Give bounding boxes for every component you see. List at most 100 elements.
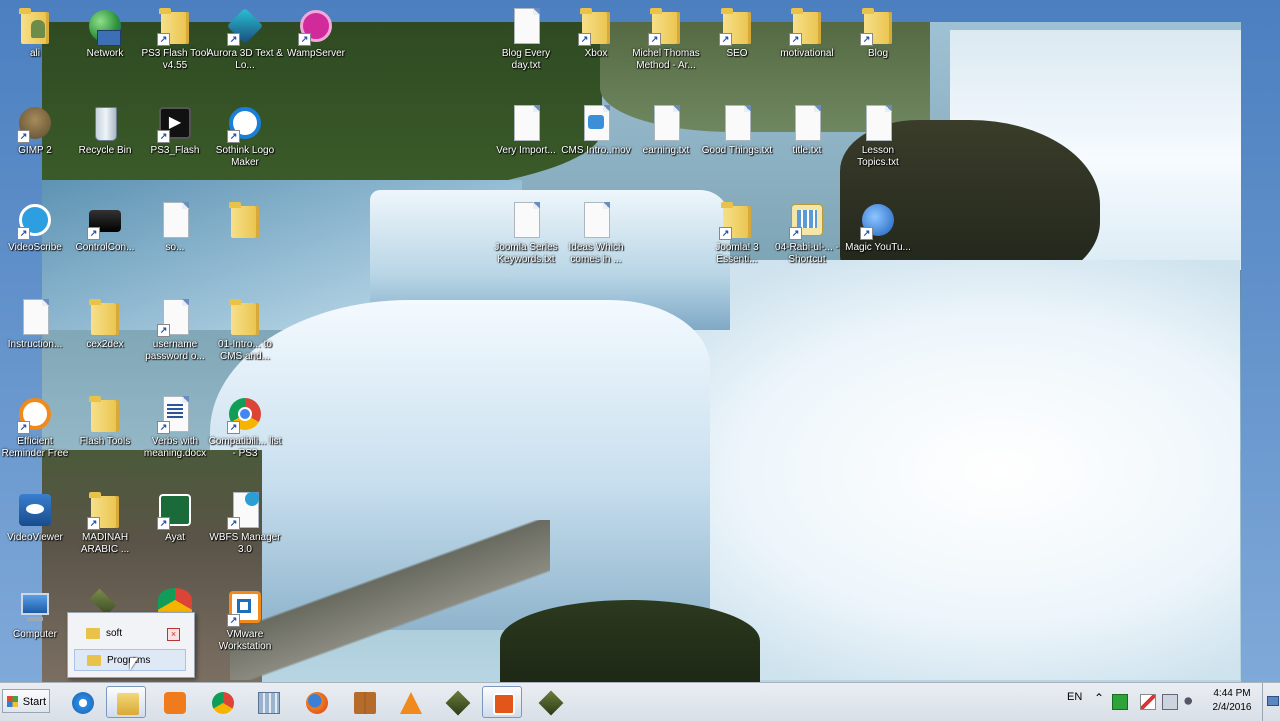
desktop-icon-magic-youtube[interactable]: ↗ Magic YouTu... — [840, 200, 916, 254]
desktop-icon-ali[interactable]: ali — [0, 6, 73, 60]
icon-label: earning.txt — [642, 145, 690, 156]
icon-label: Good Things.txt — [701, 145, 773, 156]
taskbar-app-record[interactable] — [530, 686, 570, 718]
icon-label: Aurora 3D Text & Lo... — [207, 48, 283, 71]
taskbar-app-diamond[interactable] — [437, 686, 477, 718]
record-app-icon — [538, 690, 564, 716]
taskbar-media-player[interactable] — [154, 686, 194, 718]
volume-icon[interactable] — [1184, 694, 1198, 708]
desktop-icon-compatibility-list[interactable]: ↗ Compatibili... list - PS3 — [207, 394, 283, 460]
network-icon — [87, 6, 123, 46]
desktop-icon-xbox[interactable]: ↗ Xbox — [558, 6, 634, 60]
book-icon — [354, 692, 376, 714]
desktop-icon-ps3-flash[interactable]: ▶ ↗ PS3_Flash — [137, 103, 213, 157]
desktop-icon-ps3-flash-tool[interactable]: ↗ PS3 Flash Tool v4.55 — [137, 6, 213, 72]
desktop-icon-intro-cms[interactable]: 01-Intro... to CMS and... — [207, 297, 283, 363]
action-center-flag-icon[interactable] — [1140, 694, 1156, 710]
text-file-icon — [789, 103, 825, 143]
desktop-icon-title[interactable]: title.txt — [769, 103, 845, 157]
taskbar-vlc[interactable] — [390, 686, 430, 718]
desktop-icon-blog-every-day[interactable]: Blog Every day.txt — [488, 6, 564, 72]
media-player-icon — [164, 692, 186, 714]
desktop-icon-joomla-3[interactable]: ↗ Joomla! 3 Essenti... — [699, 200, 775, 266]
network-tray-icon[interactable] — [1162, 694, 1178, 710]
folder-icon — [227, 297, 263, 337]
text-file-icon — [508, 6, 544, 46]
clock-date: 2/4/2016 — [1212, 702, 1252, 713]
close-icon[interactable]: × — [167, 628, 180, 641]
desktop-icon-sothink-logo-maker[interactable]: ↗ Sothink Logo Maker — [207, 103, 283, 169]
folder-icon: ↗ — [789, 6, 825, 46]
desktop-icon-flash-tools[interactable]: Flash Tools — [67, 394, 143, 448]
icon-label: CMS Intro..mov — [561, 145, 631, 156]
icon-label: Verbs with meaning.docx — [143, 436, 207, 459]
diamond-app-icon — [445, 690, 471, 716]
taskbar-explorer[interactable] — [106, 686, 146, 718]
desktop-icon-controlcon[interactable]: ↗ ControlCon... — [67, 200, 143, 254]
desktop-icon-computer[interactable]: Computer — [0, 587, 73, 641]
explorer-folder-icon — [117, 693, 139, 715]
vlc-cone-icon — [400, 692, 422, 714]
icon-label: MADINAH ARABIC ... — [80, 532, 130, 555]
desktop-icon-gimp-2[interactable]: ↗ GIMP 2 — [0, 103, 73, 157]
folder-icon — [87, 394, 123, 434]
desktop-icon-joomla-series-keywords[interactable]: Joomla Series Keywords.txt — [488, 200, 564, 266]
video-file-icon — [578, 103, 614, 143]
calculator-icon — [258, 692, 280, 714]
desktop-icon-efficient-reminder[interactable]: ↗ Efficient Reminder Free — [0, 394, 73, 460]
desktop-icon-recycle-bin[interactable]: Recycle Bin — [67, 103, 143, 157]
icon-label: WampServer — [287, 48, 345, 59]
text-file-icon — [508, 200, 544, 240]
taskbar-chrome[interactable] — [202, 686, 242, 718]
desktop-icon-folder[interactable] — [207, 200, 283, 242]
text-file-icon — [157, 200, 193, 240]
taskbar-firefox[interactable] — [296, 686, 336, 718]
text-file-icon — [648, 103, 684, 143]
taskbar-internet-explorer[interactable] — [62, 686, 102, 718]
popup-item-label: Programs — [107, 655, 151, 666]
desktop-icon-network[interactable]: Network — [67, 6, 143, 60]
desktop-icon-blog[interactable]: ↗ Blog — [840, 6, 916, 60]
desktop-icon-aurora-3d[interactable]: ↗ Aurora 3D Text & Lo... — [207, 6, 283, 72]
desktop-icon-videoviewer[interactable]: VideoViewer — [0, 490, 73, 544]
taskbar-calculator[interactable] — [248, 686, 288, 718]
shortcut-window-icon: ↗ — [789, 200, 825, 240]
windows-logo-icon — [7, 696, 18, 707]
desktop-icon-lesson-topics[interactable]: Lesson Topics.txt — [840, 103, 916, 169]
desktop-icon-videoscribe[interactable]: ↗ VideoScribe — [0, 200, 73, 254]
desktop-icon-good-things[interactable]: Good Things.txt — [699, 103, 775, 157]
desktop-icon-seo[interactable]: ↗ SEO — [699, 6, 775, 60]
desktop-icon-so[interactable]: so... — [137, 200, 213, 254]
desktop-icon-vmware-workstation[interactable]: ↗ VMware Workstation — [207, 587, 283, 653]
desktop-icon-wbfs-manager[interactable]: ↗ WBFS Manager 3.0 — [207, 490, 283, 556]
desktop-icon-rabi-ul-shortcut[interactable]: ↗ 04-Rabi-ul-... - Shortcut — [769, 200, 845, 266]
system-clock[interactable]: 4:44 PM 2/4/2016 — [1206, 687, 1258, 715]
aurora-3d-icon: ↗ — [226, 6, 264, 46]
desktop-icon-motivational[interactable]: ↗ motivational — [769, 6, 845, 60]
mouse-cursor — [130, 658, 138, 670]
popup-item-soft[interactable]: soft × — [74, 623, 186, 645]
desktop-icon-very-import[interactable]: Very Import... — [488, 103, 564, 157]
desktop-icon-earning[interactable]: earning.txt — [628, 103, 704, 157]
desktop-icon-username-password[interactable]: ↗ username password o... — [137, 297, 213, 363]
start-button[interactable]: Start — [2, 689, 50, 713]
desktop-icon-instruction[interactable]: Instruction... — [0, 297, 73, 351]
folder-icon: ↗ — [719, 200, 755, 240]
playstation-icon: ▶ ↗ — [157, 103, 193, 143]
desktop-icon-ayat[interactable]: ↗ Ayat — [137, 490, 213, 544]
desktop-icon-madinah-arabic[interactable]: ↗ MADINAH ARABIC ... — [67, 490, 143, 556]
tray-app-icon[interactable] — [1112, 694, 1128, 710]
desktop-icon-wampserver[interactable]: ↗ WampServer — [278, 6, 354, 60]
taskbar-camtasia[interactable] — [482, 686, 522, 718]
desktop-icon-ideas-which[interactable]: Ideas Which comes in ... — [558, 200, 634, 266]
desktop-icon-cex2dex[interactable]: cex2dex — [67, 297, 143, 351]
show-desktop-button[interactable] — [1262, 683, 1280, 721]
language-indicator[interactable]: EN — [1067, 691, 1082, 711]
desktop-icon-michel-thomas[interactable]: ↗ Michel Thomas Method - Ar... — [628, 6, 704, 72]
desktop-icon-cms-intro[interactable]: CMS Intro..mov — [558, 103, 634, 157]
reminder-clock-icon: ↗ — [17, 394, 53, 434]
desktop-icon-verbs-with-meaning[interactable]: ↗ Verbs with meaning.docx — [137, 394, 213, 460]
taskbar-reader[interactable] — [344, 686, 384, 718]
show-hidden-icons-chevron-icon[interactable]: ⌃ — [1094, 691, 1104, 711]
wbfs-manager-icon: ↗ — [227, 490, 263, 530]
